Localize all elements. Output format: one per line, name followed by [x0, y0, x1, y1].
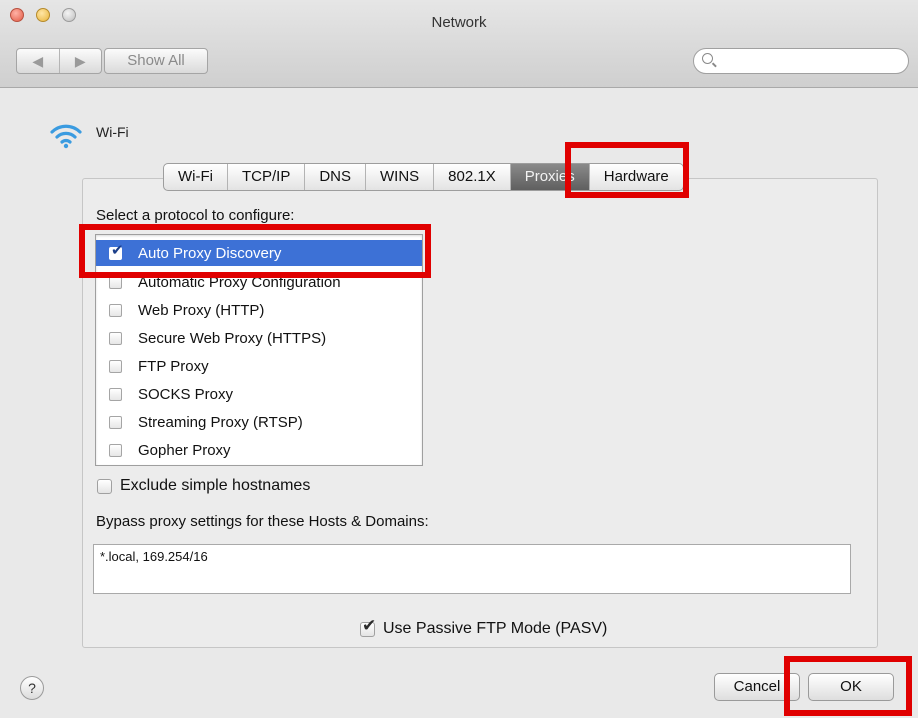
exclude-simple-hostnames-row[interactable]: Exclude simple hostnames [97, 477, 310, 495]
bypass-hosts-field[interactable]: *.local, 169.254/16 [93, 544, 851, 594]
highlight-proxies-tab [565, 142, 689, 198]
protocol-socks-proxy[interactable]: SOCKS Proxy [96, 381, 422, 407]
exclude-simple-hostnames-label: Exclude simple hostnames [120, 477, 311, 494]
protocol-secure-web-proxy-https[interactable]: Secure Web Proxy (HTTPS) [96, 325, 422, 351]
tab-wifi[interactable]: Wi-Fi [164, 164, 228, 190]
forward-button[interactable]: ▶ [60, 49, 102, 73]
back-forward-buttons: ◀ ▶ [16, 48, 102, 74]
title-bar: Network ◀ ▶ Show All [0, 0, 918, 88]
protocol-checkbox[interactable] [109, 387, 122, 401]
protocol-checkbox[interactable] [109, 303, 122, 317]
show-all-button[interactable]: Show All [104, 48, 208, 74]
wifi-icon [50, 124, 82, 149]
checkmark-icon: ✔ [362, 615, 377, 635]
passive-ftp-label: Use Passive FTP Mode (PASV) [383, 620, 608, 637]
tab-8021x[interactable]: 802.1X [434, 164, 511, 190]
protocol-label: Streaming Proxy (RTSP) [138, 413, 303, 431]
interface-name: Wi-Fi [96, 124, 129, 140]
protocol-label: Gopher Proxy [138, 441, 231, 459]
tab-wins[interactable]: WINS [366, 164, 435, 190]
protocol-checkbox[interactable] [109, 443, 122, 457]
protocol-checkbox[interactable] [109, 359, 122, 373]
search-input[interactable] [693, 48, 909, 74]
search-icon [702, 53, 713, 64]
help-button[interactable]: ? [20, 676, 44, 700]
tab-dns[interactable]: DNS [305, 164, 366, 190]
back-button[interactable]: ◀ [17, 49, 60, 73]
protocol-label: Secure Web Proxy (HTTPS) [138, 329, 327, 347]
bypass-label: Bypass proxy settings for these Hosts & … [96, 513, 429, 530]
window-title: Network [431, 14, 487, 31]
network-preferences-window: Network ◀ ▶ Show All Wi-Fi Wi-Fi TCP/IP … [0, 0, 918, 718]
protocol-label: SOCKS Proxy [138, 385, 234, 403]
highlight-ok-button [784, 656, 912, 716]
passive-ftp-checkbox[interactable]: ✔ [360, 617, 376, 637]
select-protocol-label: Select a protocol to configure: [96, 207, 295, 224]
passive-ftp-row[interactable]: ✔ Use Passive FTP Mode (PASV) [360, 617, 608, 638]
protocol-streaming-proxy-rtsp[interactable]: Streaming Proxy (RTSP) [96, 409, 422, 435]
protocol-gopher-proxy[interactable]: Gopher Proxy [96, 437, 422, 463]
protocol-web-proxy-http[interactable]: Web Proxy (HTTP) [96, 297, 422, 323]
protocol-ftp-proxy[interactable]: FTP Proxy [96, 353, 422, 379]
protocol-checkbox[interactable] [109, 415, 122, 429]
tab-tcpip[interactable]: TCP/IP [228, 164, 306, 190]
protocol-label: Web Proxy (HTTP) [138, 301, 265, 319]
exclude-simple-hostnames-checkbox[interactable] [97, 478, 112, 494]
highlight-auto-proxy-discovery [79, 224, 431, 278]
protocol-checkbox[interactable] [109, 331, 122, 345]
protocol-label: FTP Proxy [138, 357, 209, 375]
